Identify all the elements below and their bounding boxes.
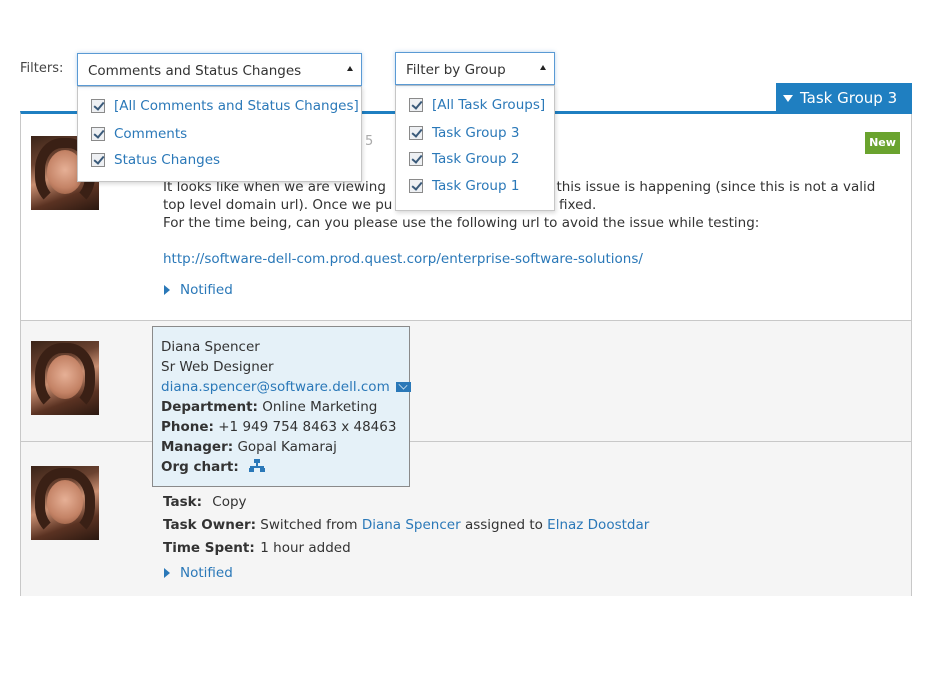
comment-line-3: For the time being, can you please use t… — [163, 215, 760, 231]
checkbox-checked-icon[interactable] — [409, 179, 423, 193]
caret-up-icon — [347, 66, 353, 71]
caret-up-icon — [540, 65, 546, 70]
filter-group-option-3[interactable]: Task Group 3 — [409, 125, 519, 141]
filter-group-option-1[interactable]: Task Group 1 — [409, 178, 519, 194]
option-label: Task Group 1 — [432, 178, 520, 194]
contact-card: Diana Spencer Sr Web Designer diana.spen… — [152, 326, 411, 487]
owner-to-link[interactable]: Elnaz Doostdar — [547, 517, 649, 533]
avatar[interactable] — [31, 341, 99, 415]
task-label: Task: — [163, 494, 202, 510]
comment-line-2b: fixed. — [559, 197, 597, 213]
new-badge: New — [865, 132, 900, 154]
phone-value: +1 949 754 8463 x 48463 — [218, 419, 397, 435]
contact-phone-row: Phone: +1 949 754 8463 x 48463 — [161, 419, 401, 439]
time-spent-field: Time Spent: 1 hour added — [163, 540, 351, 556]
filter-type-dropdown[interactable]: Comments and Status Changes — [77, 53, 362, 86]
task-field: Task: Copy — [163, 494, 247, 510]
triangle-right-icon — [164, 568, 170, 578]
filter-group-option-all[interactable]: [All Task Groups] — [409, 97, 545, 113]
notified-label: Notified — [180, 282, 233, 298]
owner-mid: assigned to — [464, 517, 543, 533]
option-label: Task Group 2 — [432, 151, 520, 167]
checkbox-checked-icon[interactable] — [409, 98, 423, 112]
option-label: [All Comments and Status Changes] — [114, 98, 359, 114]
org-chart-icon[interactable] — [249, 459, 266, 473]
option-label: Task Group 3 — [432, 125, 520, 141]
contact-org-row: Org chart: — [161, 459, 401, 479]
checkbox-checked-icon[interactable] — [91, 99, 105, 113]
avatar-face — [47, 355, 83, 399]
filter-type-list: [All Comments and Status Changes] Commen… — [77, 86, 362, 182]
time-spent-value: 1 hour added — [260, 540, 351, 556]
owner-from-link[interactable]: Diana Spencer — [362, 517, 461, 533]
contact-name: Diana Spencer — [161, 339, 260, 355]
option-label: Status Changes — [114, 152, 221, 168]
manager-value: Gopal Kamaraj — [237, 439, 337, 455]
department-value: Online Marketing — [262, 399, 378, 415]
owner-prefix: Switched from — [260, 517, 358, 533]
comment-line-1b: m this issue is happening (since this is… — [539, 179, 876, 195]
filter-type-selected: Comments and Status Changes — [88, 63, 302, 79]
checkbox-checked-icon[interactable] — [409, 152, 423, 166]
avatar-face — [47, 480, 83, 524]
mail-icon[interactable] — [395, 382, 411, 392]
contact-email-row: diana.spencer@software.dell.com — [161, 379, 411, 399]
filter-group-list: [All Task Groups] Task Group 3 Task Grou… — [395, 85, 555, 211]
contact-department-row: Department: Online Marketing — [161, 399, 401, 419]
task-group-tab[interactable]: Task Group 3 — [776, 83, 912, 114]
avatar[interactable] — [31, 466, 99, 540]
contact-title: Sr Web Designer — [161, 359, 274, 375]
triangle-down-icon — [783, 95, 793, 102]
filter-type-option-comments[interactable]: Comments — [91, 126, 187, 142]
time-spent-label: Time Spent: — [163, 540, 255, 556]
timestamp-fragment: 5 — [365, 134, 374, 149]
triangle-right-icon — [164, 285, 170, 295]
notified-toggle[interactable]: Notified — [164, 282, 233, 298]
filter-group-selected: Filter by Group — [406, 62, 506, 78]
task-owner-label: Task Owner: — [163, 517, 257, 533]
comment-url-link[interactable]: http://software-dell-com.prod.quest.corp… — [163, 251, 643, 267]
comment-line-2a: top level domain url). Once we pu — [163, 197, 393, 213]
filter-type-option-status[interactable]: Status Changes — [91, 152, 220, 168]
notified-toggle[interactable]: Notified — [164, 565, 233, 581]
checkbox-checked-icon[interactable] — [91, 127, 105, 141]
manager-label: Manager: — [161, 439, 234, 455]
task-owner-field: Task Owner: Switched from Diana Spencer … — [163, 517, 649, 533]
org-chart-label: Org chart: — [161, 459, 239, 475]
phone-label: Phone: — [161, 419, 214, 435]
contact-manager-row: Manager: Gopal Kamaraj — [161, 439, 401, 459]
contact-email-link[interactable]: diana.spencer@software.dell.com — [161, 379, 390, 395]
department-label: Department: — [161, 399, 258, 415]
filters-label: Filters: — [20, 61, 64, 76]
filter-type-option-all[interactable]: [All Comments and Status Changes] — [91, 98, 359, 114]
task-value: Copy — [212, 494, 247, 510]
checkbox-checked-icon[interactable] — [91, 153, 105, 167]
notified-label: Notified — [180, 565, 233, 581]
filter-group-dropdown[interactable]: Filter by Group — [395, 52, 555, 85]
task-group-tab-label: Task Group 3 — [800, 89, 898, 107]
option-label: [All Task Groups] — [432, 97, 546, 113]
filter-group-option-2[interactable]: Task Group 2 — [409, 151, 519, 167]
option-label: Comments — [114, 126, 188, 142]
checkbox-checked-icon[interactable] — [409, 126, 423, 140]
